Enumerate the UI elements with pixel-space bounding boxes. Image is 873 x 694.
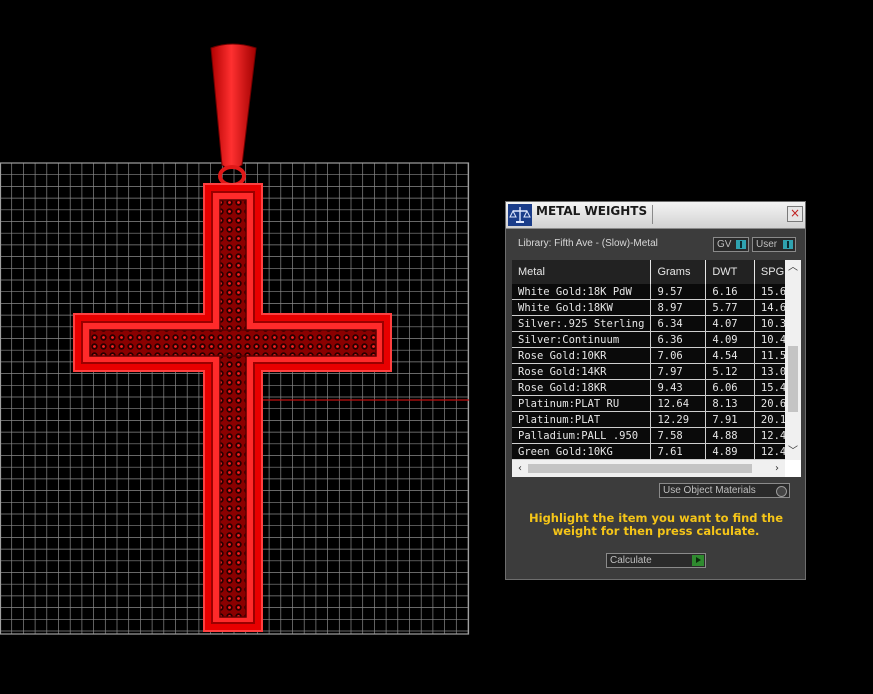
- cell-dwt: 4.54: [705, 347, 755, 364]
- scroll-up-icon[interactable]: ︿: [785, 262, 801, 274]
- cell-dwt: 4.07: [705, 315, 755, 332]
- cell-grams: 8.97: [650, 299, 707, 316]
- pave-horizontal-channel: [89, 329, 377, 357]
- scroll-left-icon[interactable]: ‹: [512, 463, 528, 475]
- metal-weights-panel: METAL WEIGHTS × Library: Fifth Ave - (Sl…: [505, 201, 806, 580]
- cell-spg: 14.66: [754, 299, 785, 316]
- cell-metal: White Gold:18K PdW: [512, 284, 652, 300]
- cell-dwt: 8.13: [705, 395, 755, 412]
- cell-metal: Silver:Continuum: [512, 331, 652, 348]
- cell-metal: Platinum:PLAT: [512, 411, 652, 428]
- gv-toggle-label: GV: [717, 239, 732, 250]
- table-row[interactable]: Rose Gold:18KR9.436.0615.41: [512, 379, 785, 396]
- cell-grams: 9.43: [650, 379, 707, 396]
- cell-dwt: 6.16: [705, 284, 755, 300]
- cell-grams: 9.57: [650, 284, 707, 300]
- table-row[interactable]: Platinum:PLAT RU12.648.1320.66: [512, 395, 785, 412]
- cell-grams: 7.06: [650, 347, 707, 364]
- table-row[interactable]: White Gold:18K PdW9.576.1615.63: [512, 284, 785, 300]
- scroll-down-icon[interactable]: ﹀: [785, 446, 801, 458]
- horizontal-scrollbar[interactable]: ‹ ›: [512, 460, 785, 477]
- metal-table-container: Metal Grams DWT SPG White Gold:18K PdW 9.…: [512, 260, 801, 477]
- cell-metal: Rose Gold:10KR: [512, 347, 652, 364]
- cross-pendant-model[interactable]: [73, 43, 392, 632]
- cell-grams: 6.34: [650, 315, 707, 332]
- table-row[interactable]: Rose Gold:10KR7.064.5411.54: [512, 347, 785, 364]
- play-arrow-icon: [692, 555, 704, 566]
- radio-icon[interactable]: [776, 486, 787, 497]
- calculate-label: Calculate: [610, 555, 652, 566]
- cell-grams: 7.97: [650, 363, 707, 380]
- cell-spg: 13.03: [754, 363, 785, 380]
- column-header-metal[interactable]: Metal: [512, 260, 652, 284]
- cell-metal: Rose Gold:14KR: [512, 363, 652, 380]
- cell-dwt: 4.09: [705, 331, 755, 348]
- cell-spg: 12.40: [754, 427, 785, 444]
- cell-dwt: 4.88: [705, 427, 755, 444]
- pendant-bail: [210, 43, 257, 169]
- vertical-scrollbar[interactable]: ︿ ﹀: [785, 260, 801, 460]
- cell-grams: 7.58: [650, 427, 707, 444]
- cell-metal: White Gold:18KW: [512, 299, 652, 316]
- cell-spg: 11.54: [754, 347, 785, 364]
- cell-grams: 12.29: [650, 411, 707, 428]
- column-header-grams[interactable]: Grams: [650, 260, 707, 284]
- cell-grams: 6.36: [650, 331, 707, 348]
- cell-metal: Palladium:PALL .950: [512, 427, 652, 444]
- table-row[interactable]: Green Gold:10KG7.614.8912.44: [512, 443, 785, 460]
- user-indicator-icon: [783, 240, 793, 249]
- use-object-materials-option[interactable]: Use Object Materials: [659, 483, 790, 498]
- gv-toggle[interactable]: GV: [713, 237, 749, 252]
- cell-dwt: 6.06: [705, 379, 755, 396]
- close-button[interactable]: ×: [787, 206, 803, 222]
- horizontal-scroll-thumb[interactable]: [528, 464, 752, 473]
- table-row[interactable]: Palladium:PALL .9507.584.8812.40: [512, 427, 785, 444]
- vertical-scroll-thumb[interactable]: [788, 346, 798, 412]
- cell-dwt: 7.91: [705, 411, 755, 428]
- table-row[interactable]: Rose Gold:14KR7.975.1213.03: [512, 363, 785, 380]
- metal-weights-table: Metal Grams DWT SPG White Gold:18K PdW 9.…: [512, 260, 785, 460]
- cell-spg: 10.40: [754, 331, 785, 348]
- panel-title: METAL WEIGHTS: [536, 204, 648, 218]
- scroll-right-icon[interactable]: ›: [769, 463, 785, 475]
- user-toggle[interactable]: User: [752, 237, 796, 252]
- cell-spg: 10.36: [754, 315, 785, 332]
- column-header-dwt[interactable]: DWT: [705, 260, 755, 284]
- cell-metal: Green Gold:10KG: [512, 443, 652, 460]
- user-toggle-label: User: [756, 239, 778, 250]
- jump-ring: [218, 165, 246, 187]
- scale-icon: [508, 204, 532, 226]
- instructions-text: Highlight the item you want to find the …: [529, 511, 783, 538]
- cell-dwt: 5.77: [705, 299, 755, 316]
- title-divider: [652, 205, 653, 224]
- column-header-spg[interactable]: SPG: [754, 260, 785, 284]
- pave-vertical-channel: [219, 199, 247, 618]
- cell-metal: Rose Gold:18KR: [512, 379, 652, 396]
- table-row[interactable]: Silver:Continuum6.364.0910.40: [512, 331, 785, 348]
- cell-spg: 15.41: [754, 379, 785, 396]
- cell-metal: Platinum:PLAT RU: [512, 395, 652, 412]
- cell-spg: 20.10: [754, 411, 785, 428]
- cell-grams: 7.61: [650, 443, 707, 460]
- cell-spg: 15.63: [754, 284, 785, 300]
- cell-dwt: 4.89: [705, 443, 755, 460]
- cell-spg: 12.44: [754, 443, 785, 460]
- table-row[interactable]: White Gold:18KW8.975.7714.66: [512, 299, 785, 316]
- cell-dwt: 5.12: [705, 363, 755, 380]
- gv-indicator-icon: [736, 240, 746, 249]
- table-header-row: Metal Grams DWT SPG: [512, 260, 785, 284]
- cell-grams: 12.64: [650, 395, 707, 412]
- use-object-materials-label: Use Object Materials: [663, 485, 756, 496]
- table-row[interactable]: Platinum:PLAT12.297.9120.10: [512, 411, 785, 428]
- cell-spg: 20.66: [754, 395, 785, 412]
- table-row[interactable]: Silver:.925 Sterling6.344.0710.36: [512, 315, 785, 332]
- cell-metal: Silver:.925 Sterling: [512, 315, 652, 332]
- library-label: Library: Fifth Ave - (Slow)-Metal: [518, 238, 658, 249]
- panel-titlebar[interactable]: METAL WEIGHTS ×: [506, 202, 805, 229]
- calculate-button[interactable]: Calculate: [606, 553, 706, 568]
